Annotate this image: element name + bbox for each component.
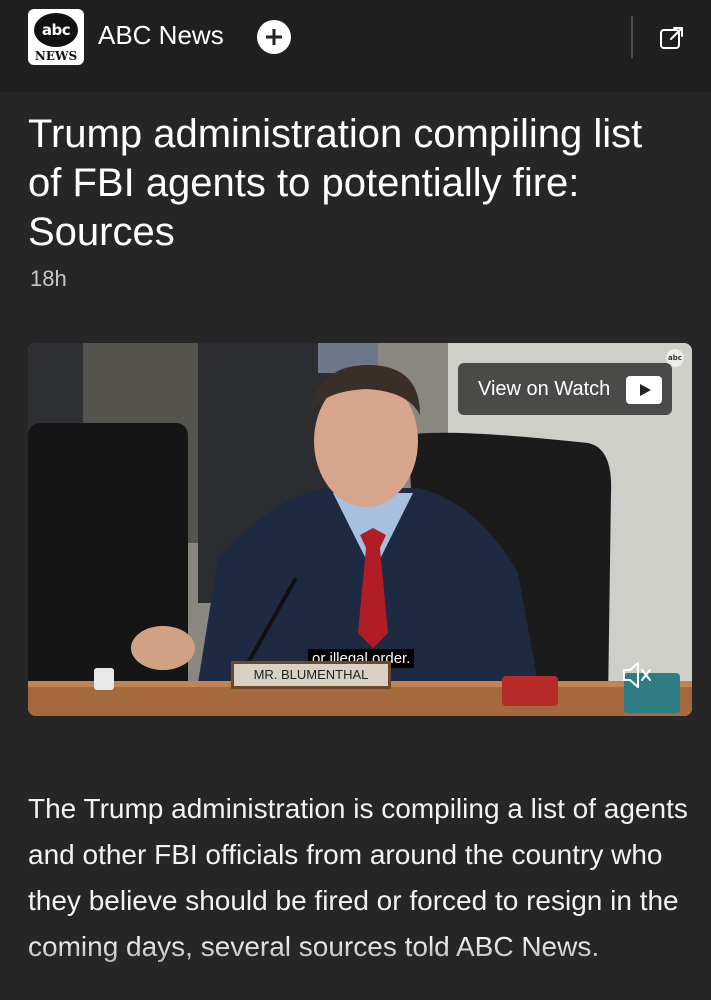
header-divider xyxy=(631,16,633,58)
follow-plus-icon[interactable] xyxy=(257,20,291,54)
logo-disc: abc xyxy=(34,13,78,47)
bottom-fade xyxy=(0,940,711,1000)
article-headline: Trump administration compiling list of F… xyxy=(28,112,643,254)
logo-news-text: NEWS xyxy=(34,49,78,63)
abc-news-logo[interactable]: abc NEWS xyxy=(28,9,84,65)
video-player[interactable]: abc View on Watch or illegal order. MR. … xyxy=(28,343,692,716)
external-link-icon[interactable] xyxy=(658,24,686,52)
play-icon xyxy=(626,376,662,404)
mute-icon[interactable] xyxy=(618,657,654,693)
view-on-watch-label: View on Watch xyxy=(478,377,611,400)
logo-abc-text: abc xyxy=(41,21,71,39)
publisher-name[interactable]: ABC News xyxy=(98,20,224,51)
nameplate: MR. BLUMENTHAL xyxy=(231,661,391,689)
article-age: 18h xyxy=(30,266,67,291)
top-bar: abc NEWS ABC News xyxy=(0,0,711,92)
view-on-watch-button[interactable]: View on Watch xyxy=(458,363,672,415)
